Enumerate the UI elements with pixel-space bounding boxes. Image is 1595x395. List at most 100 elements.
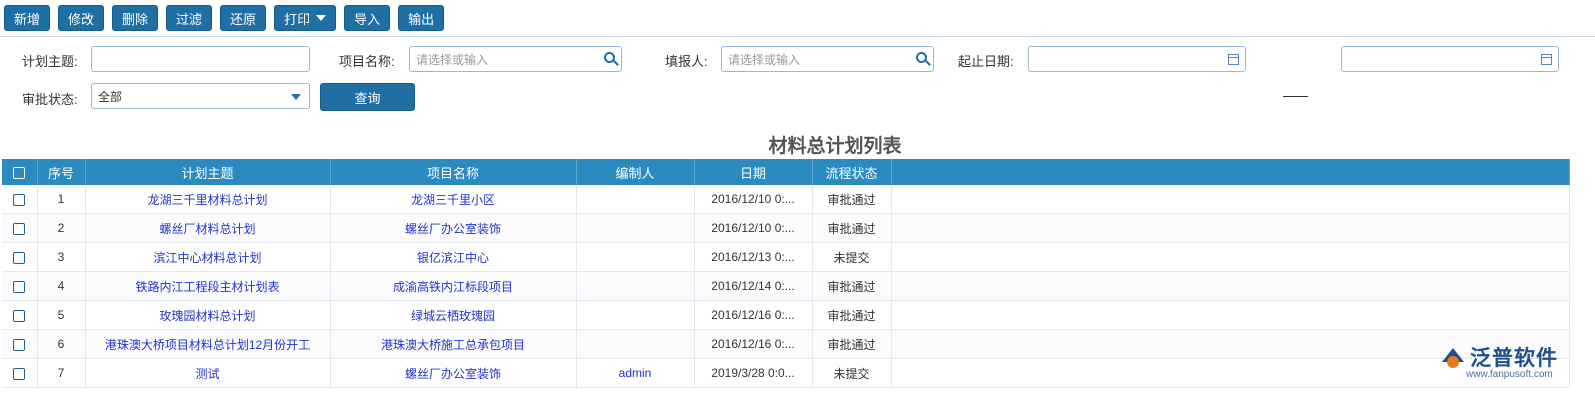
project-name-input[interactable]: 请选择或输入	[409, 46, 622, 72]
reporter-label: 填报人:	[665, 54, 708, 69]
row-author[interactable]: admin	[576, 358, 695, 388]
column-header-project[interactable]: 项目名称	[330, 159, 577, 185]
print-button[interactable]: 打印	[274, 5, 337, 31]
row-author[interactable]	[576, 271, 695, 301]
end-date-input[interactable]	[1341, 46, 1559, 72]
row-date: 2016/12/10 0:...	[694, 185, 813, 214]
logo-name: 泛普软件	[1470, 347, 1558, 370]
table-row[interactable]: 6 港珠澳大桥项目材料总计划12月份开工 港珠澳大桥施工总承包项目 2016/12/1…	[2, 329, 1570, 359]
edit-button[interactable]: 修改	[58, 5, 105, 31]
row-checkbox-cell[interactable]	[2, 185, 38, 214]
row-no: 7	[37, 358, 86, 388]
row-checkbox[interactable]	[13, 280, 26, 293]
row-author[interactable]	[576, 213, 695, 243]
row-no: 4	[37, 271, 86, 301]
row-author[interactable]	[576, 300, 695, 330]
reporter-placeholder: 请选择或输入	[728, 52, 801, 67]
row-subject[interactable]: 港珠澳大桥项目材料总计划12月份开工	[85, 329, 331, 359]
row-checkbox[interactable]	[13, 309, 26, 322]
table-row[interactable]: 7 测试 螺丝厂办公室装饰 admin 2019/3/28 0:0... 未提交	[2, 358, 1570, 388]
date-range-label: 起止日期:	[958, 54, 1014, 69]
row-subject[interactable]: 铁路内江工程段主材计划表	[85, 271, 331, 301]
search-icon[interactable]	[604, 52, 615, 63]
fanpu-logo: 泛普软件 www.fanpusoft.com	[1438, 340, 1558, 385]
row-subject[interactable]: 测试	[85, 358, 331, 388]
row-date: 2016/12/16 0:...	[694, 329, 813, 359]
row-checkbox[interactable]	[13, 222, 26, 235]
calendar-icon[interactable]	[1541, 54, 1552, 65]
row-project[interactable]: 螺丝厂办公室装饰	[330, 213, 577, 243]
plan-subject-input[interactable]	[91, 46, 310, 72]
query-button[interactable]: 查询	[320, 83, 415, 111]
import-button[interactable]: 导入	[344, 5, 391, 31]
table-row[interactable]: 3 滨江中心材料总计划 银亿滨江中心 2016/12/13 0:... 未提交	[2, 242, 1570, 272]
table-row[interactable]: 1 龙湖三千里材料总计划 龙湖三千里小区 2016/12/10 0:... 审批通过	[2, 185, 1570, 214]
row-checkbox[interactable]	[13, 367, 26, 380]
row-checkbox-cell[interactable]	[2, 271, 38, 301]
row-checkbox-cell[interactable]	[2, 358, 38, 388]
row-status: 审批通过	[812, 271, 892, 301]
start-date-input[interactable]	[1028, 46, 1246, 72]
add-button[interactable]: 新增	[4, 5, 51, 31]
table-body: 1 龙湖三千里材料总计划 龙湖三千里小区 2016/12/10 0:... 审批通过 2 螺…	[2, 185, 1570, 388]
project-name-placeholder: 请选择或输入	[416, 52, 489, 67]
search-icon[interactable]	[916, 52, 927, 63]
row-project[interactable]: 港珠澳大桥施工总承包项目	[330, 329, 577, 359]
row-project[interactable]: 绿城云栖玫瑰园	[330, 300, 577, 330]
row-checkbox[interactable]	[13, 338, 26, 351]
row-author[interactable]	[576, 242, 695, 272]
row-subject[interactable]: 滨江中心材料总计划	[85, 242, 331, 272]
select-all-checkbox[interactable]	[13, 167, 26, 180]
row-author[interactable]	[576, 329, 695, 359]
row-filler	[891, 271, 1570, 301]
row-status: 审批通过	[812, 185, 892, 214]
row-project[interactable]: 螺丝厂办公室装饰	[330, 358, 577, 388]
row-no: 5	[37, 300, 86, 330]
row-date: 2016/12/16 0:...	[694, 300, 813, 330]
column-header-date[interactable]: 日期	[694, 159, 813, 185]
row-filler	[891, 185, 1570, 214]
row-subject[interactable]: 龙湖三千里材料总计划	[85, 185, 331, 214]
row-date: 2016/12/13 0:...	[694, 242, 813, 272]
chevron-down-icon	[291, 94, 301, 100]
restore-button[interactable]: 还原	[220, 5, 267, 31]
print-label: 打印	[284, 11, 311, 27]
plan-subject-label: 计划主题:	[22, 54, 78, 69]
filter-button[interactable]: 过滤	[166, 5, 213, 31]
table-row[interactable]: 4 铁路内江工程段主材计划表 成渝高铁内江标段项目 2016/12/14 0:... 审…	[2, 271, 1570, 301]
table-row[interactable]: 5 玫瑰园材料总计划 绿城云栖玫瑰园 2016/12/16 0:... 审批通过	[2, 300, 1570, 330]
column-header-status[interactable]: 流程状态	[812, 159, 892, 185]
fanpu-logo-icon	[1442, 348, 1464, 368]
table-header-row: 序号 计划主题 项目名称 编制人 日期 流程状态	[2, 159, 1570, 185]
column-header-no: 序号	[37, 159, 86, 185]
select-all-checkbox-cell[interactable]	[2, 159, 38, 185]
row-project[interactable]: 龙湖三千里小区	[330, 185, 577, 214]
row-date: 2019/3/28 0:0...	[694, 358, 813, 388]
approval-status-select[interactable]: 全部	[91, 83, 310, 109]
row-checkbox-cell[interactable]	[2, 242, 38, 272]
row-checkbox-cell[interactable]	[2, 213, 38, 243]
row-subject[interactable]: 玫瑰园材料总计划	[85, 300, 331, 330]
row-filler	[891, 213, 1570, 243]
calendar-icon[interactable]	[1228, 54, 1239, 65]
table-row[interactable]: 2 螺丝厂材料总计划 螺丝厂办公室装饰 2016/12/10 0:... 审批通过	[2, 213, 1570, 243]
row-checkbox-cell[interactable]	[2, 300, 38, 330]
row-checkbox[interactable]	[13, 251, 26, 264]
column-header-author[interactable]: 编制人	[576, 159, 695, 185]
reporter-input[interactable]: 请选择或输入	[721, 46, 934, 72]
plan-table: 序号 计划主题 项目名称 编制人 日期 流程状态 1 龙湖三千里材料总计划 龙湖三千…	[2, 159, 1570, 388]
column-header-subject[interactable]: 计划主题	[85, 159, 331, 185]
delete-button[interactable]: 删除	[112, 5, 159, 31]
row-project[interactable]: 银亿滨江中心	[330, 242, 577, 272]
filter-panel: 计划主题: 项目名称: 请选择或输入 填报人: 请选择或输入 起止日期: 审批状…	[0, 37, 1595, 117]
row-status: 审批通过	[812, 329, 892, 359]
row-project[interactable]: 成渝高铁内江标段项目	[330, 271, 577, 301]
row-subject[interactable]: 螺丝厂材料总计划	[85, 213, 331, 243]
row-checkbox[interactable]	[13, 193, 26, 206]
row-status: 未提交	[812, 242, 892, 272]
export-button[interactable]: 输出	[398, 5, 445, 31]
approval-status-value: 全部	[98, 89, 123, 104]
row-checkbox-cell[interactable]	[2, 329, 38, 359]
row-author[interactable]	[576, 185, 695, 214]
approval-status-label: 审批状态:	[22, 92, 78, 107]
